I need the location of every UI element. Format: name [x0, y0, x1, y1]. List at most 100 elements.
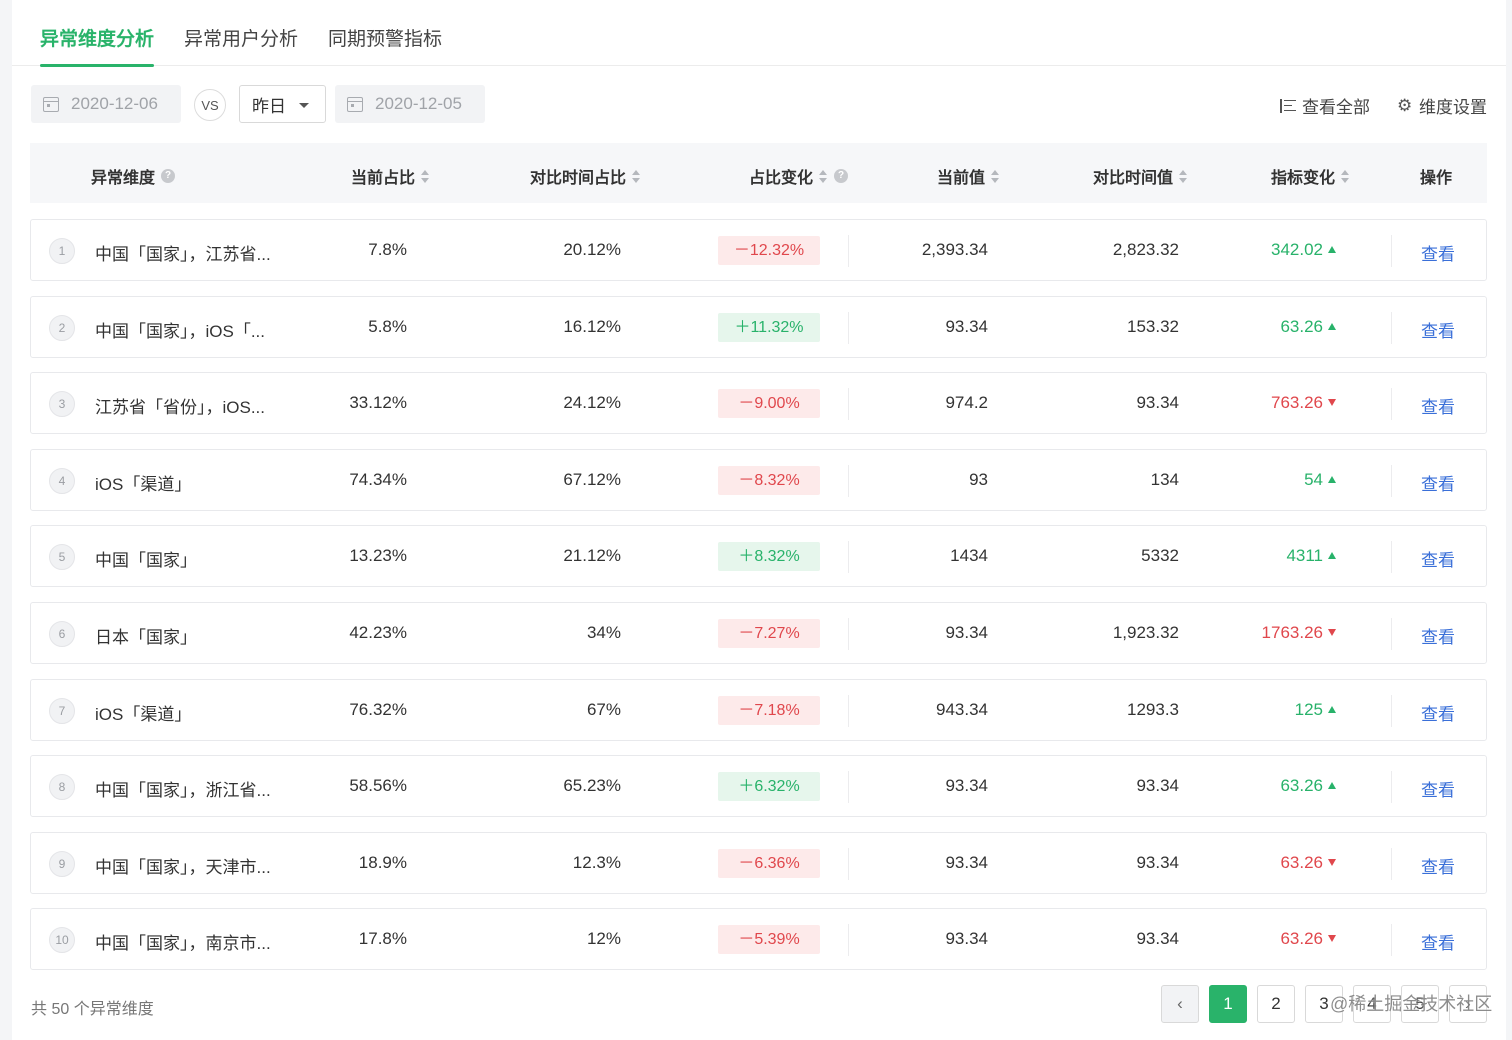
current-ratio-cell: 18.9% — [358, 852, 407, 872]
vs-badge: VS — [194, 89, 226, 121]
dimension-cell: 江苏省「省份」，iOS... — [95, 398, 266, 418]
triangle-down-icon — [1328, 858, 1336, 866]
tab-anomaly-dimension[interactable]: 异常维度分析 — [40, 24, 155, 67]
sort-icon[interactable] — [421, 169, 430, 183]
dimension-cell: 日本「国家」 — [95, 627, 197, 647]
gear-icon: ⚙ — [1397, 95, 1413, 115]
header-current-value[interactable]: 当前值 — [937, 164, 1000, 188]
row-index-badge: 9 — [49, 850, 75, 877]
view-detail-link[interactable]: 查看 — [1421, 240, 1455, 265]
header-metric-change[interactable]: 指标变化 — [1271, 164, 1350, 188]
triangle-up-icon — [1328, 552, 1336, 560]
view-all-button[interactable]: 查看全部 — [1280, 93, 1370, 118]
sort-icon[interactable] — [991, 169, 1000, 183]
header-action: 操作 — [1420, 170, 1453, 187]
dimension-cell: 中国「国家」 — [95, 551, 197, 571]
triangle-up-icon — [1328, 475, 1336, 483]
metric-change-cell: 125 — [1211, 700, 1336, 720]
view-detail-link[interactable]: 查看 — [1421, 776, 1455, 801]
metric-change-value: 4311 — [1286, 546, 1323, 566]
row-index-badge: 1 — [49, 238, 75, 264]
sort-icon[interactable] — [819, 169, 828, 183]
table-row: 9 中国「国家」，天津市... 18.9% 12.3% －6.36% 93.34 93.34… — [30, 831, 1487, 894]
tab-period-warning[interactable]: 同期预警指标 — [328, 24, 442, 66]
metric-change-cell: 63.26 — [1211, 776, 1336, 796]
current-ratio-cell: 13.23% — [349, 546, 407, 566]
prev-page-button[interactable]: ‹ — [1161, 985, 1199, 1023]
compare-value-cell: 93.34 — [1136, 852, 1179, 872]
current-value-cell: 93 — [969, 469, 988, 489]
compare-date-picker[interactable]: 2020-12-05 — [335, 85, 485, 123]
view-detail-link[interactable]: 查看 — [1421, 317, 1455, 342]
dimension-cell: 中国「国家」，iOS「... — [95, 321, 266, 341]
table-row: 2 中国「国家」，iOS「... 5.8% 16.12% ＋11.32% 93.34 153… — [30, 295, 1487, 358]
help-icon[interactable]: ? — [834, 169, 849, 183]
dimension-settings-button[interactable]: ⚙ 维度设置 — [1397, 93, 1487, 118]
row-index-badge: 2 — [49, 314, 75, 341]
ratio-change-badge: －8.32% — [718, 465, 820, 495]
column-divider — [1391, 464, 1392, 497]
header-ratio-change[interactable]: 占比变化? — [749, 164, 849, 188]
view-detail-link[interactable]: 查看 — [1421, 470, 1455, 495]
next-page-button[interactable]: › — [1449, 985, 1487, 1023]
main-panel: 异常维度分析 异常用户分析 同期预警指标 2020-12-06 VS 昨日 20… — [12, 0, 1506, 1040]
table-row: 1 中国「国家」，江苏省... 7.8% 20.12% －12.32% 2,393.34 2… — [30, 219, 1487, 281]
sort-icon[interactable] — [1179, 169, 1188, 183]
view-detail-link[interactable]: 查看 — [1421, 929, 1455, 954]
calendar-icon — [43, 96, 59, 112]
table-header: 异常维度? 当前占比 对比时间占比 占比变化? 当前值 对比时间值 指标变化 操… — [30, 143, 1487, 203]
row-index-badge: 4 — [49, 467, 75, 494]
view-detail-link[interactable]: 查看 — [1421, 853, 1455, 878]
triangle-up-icon — [1328, 782, 1336, 790]
metric-change-value: 63.26 — [1280, 316, 1323, 336]
compare-ratio-cell: 12.3% — [572, 852, 621, 872]
compare-value-cell: 93.34 — [1136, 776, 1179, 796]
ratio-change-badge: －5.39% — [718, 925, 820, 955]
column-divider — [848, 847, 849, 880]
metric-change-value: 63.26 — [1280, 852, 1323, 872]
page-4-button[interactable]: 4 — [1353, 985, 1391, 1023]
row-index-badge: 3 — [49, 391, 75, 418]
help-icon[interactable]: ? — [161, 169, 176, 183]
current-ratio-cell: 17.8% — [358, 929, 407, 949]
table-row: 10 中国「国家」，南京市... 17.8% 12% －5.39% 93.34 93.34 6… — [30, 908, 1487, 971]
sort-icon[interactable] — [1341, 169, 1350, 183]
column-divider — [1391, 311, 1392, 344]
page-3-button[interactable]: 3 — [1305, 985, 1343, 1023]
metric-change-cell: 4311 — [1211, 546, 1336, 566]
view-detail-link[interactable]: 查看 — [1421, 546, 1455, 571]
view-all-label: 查看全部 — [1302, 98, 1370, 117]
compare-period-select[interactable]: 昨日 — [239, 85, 326, 123]
compare-ratio-cell: 34% — [586, 622, 621, 642]
table-row: 4 iOS「渠道」 74.34% 67.12% －8.32% 93 134 54 查看 — [30, 448, 1487, 511]
current-date-picker[interactable]: 2020-12-06 — [31, 85, 181, 123]
current-ratio-cell: 5.8% — [368, 316, 407, 336]
current-value-cell: 2,393.34 — [921, 240, 988, 259]
current-ratio-cell: 74.34% — [349, 469, 407, 489]
row-index-badge: 7 — [49, 697, 75, 724]
page-2-button[interactable]: 2 — [1257, 985, 1295, 1023]
header-current-ratio[interactable]: 当前占比 — [351, 164, 430, 188]
view-detail-link[interactable]: 查看 — [1421, 623, 1455, 648]
tab-anomaly-user[interactable]: 异常用户分析 — [184, 24, 298, 66]
compare-value-cell: 2,823.32 — [1112, 240, 1179, 259]
page-1-button[interactable]: 1 — [1209, 985, 1247, 1023]
page-5-button[interactable]: 5 — [1401, 985, 1439, 1023]
sort-icon[interactable] — [632, 169, 641, 183]
column-divider — [848, 617, 849, 650]
column-divider — [848, 464, 849, 497]
view-detail-link[interactable]: 查看 — [1421, 700, 1455, 725]
view-detail-link[interactable]: 查看 — [1421, 393, 1455, 418]
compare-period-value: 昨日 — [252, 96, 286, 116]
current-ratio-cell: 42.23% — [349, 622, 407, 642]
column-divider — [1391, 847, 1392, 880]
column-divider — [1391, 235, 1392, 267]
header-compare-value[interactable]: 对比时间值 — [1093, 164, 1188, 188]
current-ratio-cell: 58.56% — [349, 776, 407, 796]
column-divider — [1391, 771, 1392, 804]
metric-change-value: 63.26 — [1280, 776, 1323, 796]
column-divider — [848, 235, 849, 267]
triangle-up-icon — [1328, 246, 1336, 253]
header-compare-ratio[interactable]: 对比时间占比 — [530, 164, 641, 188]
current-ratio-cell: 33.12% — [349, 393, 407, 413]
